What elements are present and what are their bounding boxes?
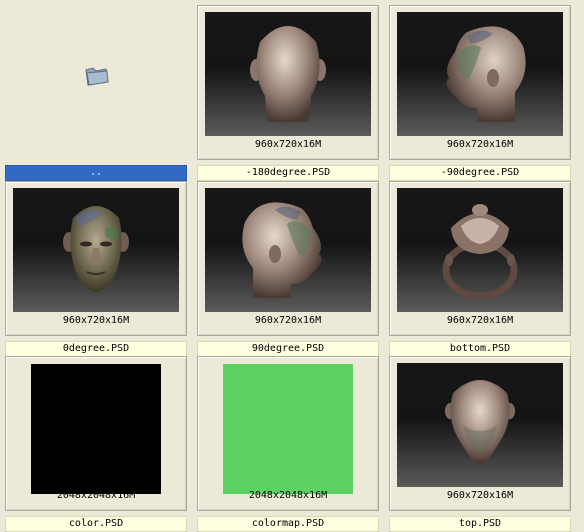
thumbnail-item-parent-folder[interactable]: .. xyxy=(5,5,187,181)
thumbnail-frame xyxy=(197,356,379,511)
image-size-label: 960x720x16M xyxy=(446,490,514,501)
file-name-label[interactable]: -90degree.PSD xyxy=(389,165,571,181)
image-size-label: 960x720x16M xyxy=(62,315,130,326)
thumbnail-item[interactable]: 2048x2048x16M color.PSD xyxy=(5,356,187,532)
file-name-label[interactable]: -180degree.PSD xyxy=(197,165,379,181)
image-size-label: 960x720x16M xyxy=(254,139,322,150)
thumbnail-frame xyxy=(197,5,379,160)
thumbnail-item[interactable]: 960x720x16M -180degree.PSD xyxy=(197,5,379,181)
thumbnail-frame xyxy=(5,5,185,158)
thumbnail-frame xyxy=(389,181,571,336)
thumbnail-image-colormap-swatch xyxy=(223,364,353,494)
thumbnail-item[interactable]: 960x720x16M bottom.PSD xyxy=(389,181,571,357)
thumbnail-item[interactable]: 960x720x16M top.PSD xyxy=(389,356,571,532)
thumbnail-image-head-back xyxy=(205,12,371,136)
file-name-label[interactable]: .. xyxy=(5,165,187,181)
thumbnail-item[interactable]: 960x720x16M 0degree.PSD xyxy=(5,181,187,357)
thumbnail-image-head-front xyxy=(13,188,179,312)
thumbnail-image-head-side-left xyxy=(397,12,563,136)
image-size-label: 2048x2048x16M xyxy=(56,490,136,501)
file-name-label[interactable]: 90degree.PSD xyxy=(197,341,379,357)
thumbnail-frame xyxy=(197,181,379,336)
thumbnail-image-head-top xyxy=(397,363,563,487)
thumbnail-frame xyxy=(5,356,187,511)
thumbnail-frame xyxy=(389,5,571,160)
thumbnail-item[interactable]: 960x720x16M 90degree.PSD xyxy=(197,181,379,357)
file-name-label[interactable]: 0degree.PSD xyxy=(5,341,187,357)
thumbnail-frame xyxy=(389,356,571,511)
thumbnail-item[interactable]: 2048x2048x16M colormap.PSD xyxy=(197,356,379,532)
thumbnail-image-head-bottom xyxy=(397,188,563,312)
image-size-label: 960x720x16M xyxy=(254,315,322,326)
thumbnail-image-color-swatch xyxy=(31,364,161,494)
image-size-label: 960x720x16M xyxy=(446,139,514,150)
file-name-label[interactable]: bottom.PSD xyxy=(389,341,571,357)
thumbnail-image-head-side-right xyxy=(205,188,371,312)
thumbnail-item[interactable]: 960x720x16M -90degree.PSD xyxy=(389,5,571,181)
image-size-label: 2048x2048x16M xyxy=(248,490,328,501)
folder-icon xyxy=(83,64,111,88)
image-size-label: 960x720x16M xyxy=(446,315,514,326)
thumbnail-frame xyxy=(5,181,187,336)
